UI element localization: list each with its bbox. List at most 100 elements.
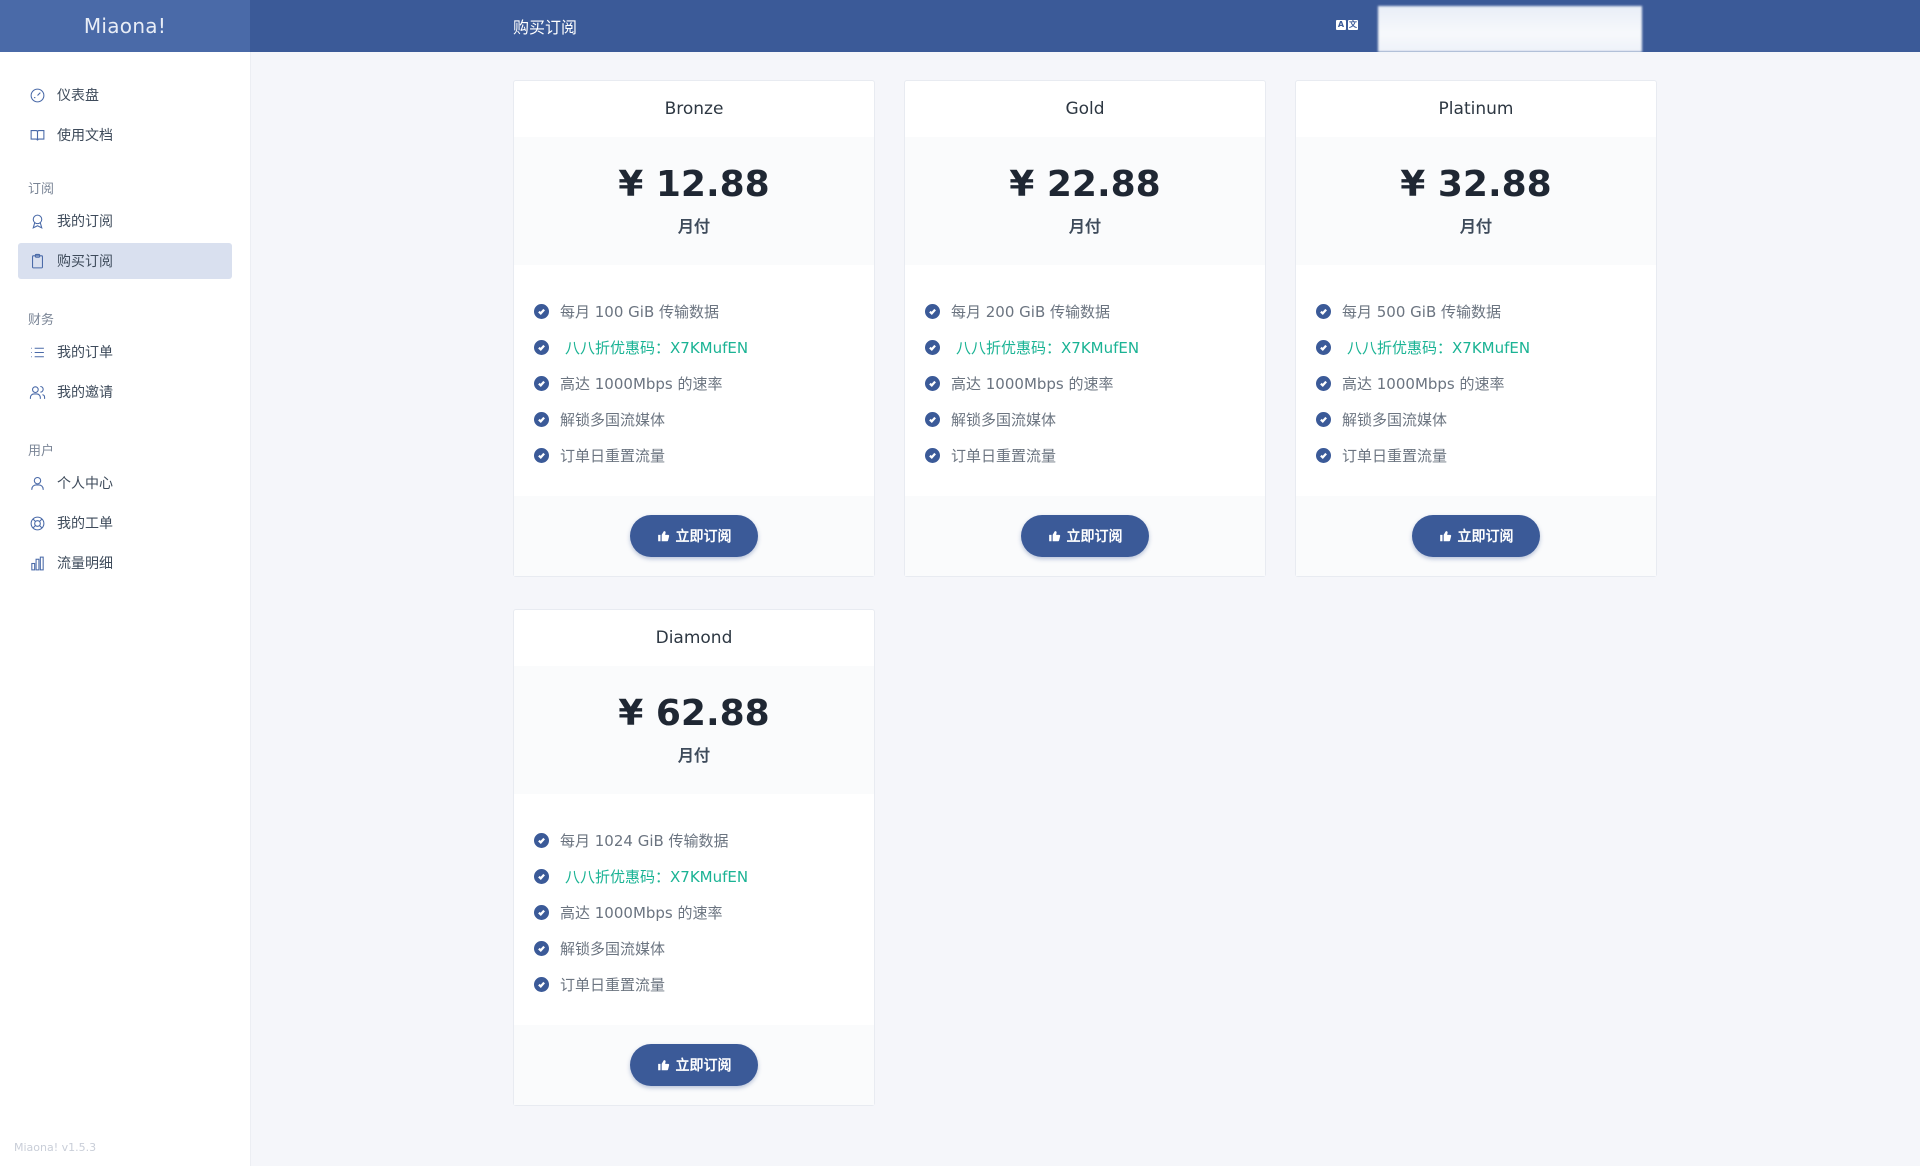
feature-item-promo: 八八折优惠码：X7KMufEN [1316,329,1656,365]
check-circle-icon [925,303,940,319]
feature-item: 解锁多国流媒体 [534,401,874,437]
card-footer: 立即订阅 [1296,496,1656,576]
translate-icon[interactable]: A文 [1336,20,1358,32]
clipboard-icon [28,252,46,270]
check-circle-icon [534,904,549,920]
plan-price-block: ¥ 62.88 月付 [514,666,874,794]
app-version: Miaona! v1.5.3 [14,1141,97,1154]
brand-logo[interactable]: Miaona! [0,0,250,52]
subscribe-button[interactable]: 立即订阅 [630,515,758,557]
sidebar-item-label: 我的工单 [57,516,113,532]
sidebar-item-label: 仪表盘 [57,88,99,104]
thumbs-up-icon [657,531,669,542]
sidebar-item-profile[interactable]: 个人中心 [18,465,232,501]
page-title: 购买订阅 [513,18,578,37]
user-menu-redacted[interactable] [1378,6,1642,52]
award-icon [28,212,46,230]
sidebar-item-traffic[interactable]: 流量明细 [18,545,232,581]
check-circle-icon [534,868,549,884]
sidebar-item-my-subscription[interactable]: 我的订阅 [18,203,232,239]
feature-item-promo: 八八折优惠码：X7KMufEN [925,329,1265,365]
feature-list: 每月 500 GiB 传输数据 八八折优惠码：X7KMufEN 高达 1000M… [1296,265,1656,495]
lifebuoy-icon [28,514,46,532]
thumbs-up-icon [657,1060,669,1071]
plan-card: Bronze ¥ 12.88 月付 每月 100 GiB 传输数据 八八折优惠码… [513,80,875,577]
feature-list: 每月 200 GiB 传输数据 八八折优惠码：X7KMufEN 高达 1000M… [905,265,1265,495]
feature-item-promo: 八八折优惠码：X7KMufEN [534,329,874,365]
check-circle-icon [534,303,549,319]
check-circle-icon [1316,447,1331,463]
sidebar-item-label: 使用文档 [57,128,113,144]
plan-period: 月付 [677,217,710,236]
thumbs-up-icon [1439,531,1451,542]
plan-card: Gold ¥ 22.88 月付 每月 200 GiB 传输数据 八八折优惠码：X… [904,80,1266,577]
plan-price-block: ¥ 32.88 月付 [1296,137,1656,265]
feature-item: 解锁多国流媒体 [534,930,874,966]
sidebar-item-label: 个人中心 [57,476,113,492]
plan-period: 月付 [1459,217,1492,236]
feature-item: 高达 1000Mbps 的速率 [534,894,874,930]
sidebar-item-my-invites[interactable]: 我的邀请 [18,374,232,410]
plan-name: Diamond [655,628,733,648]
sidebar-item-buy-subscription[interactable]: 购买订阅 [18,243,232,279]
feature-item: 订单日重置流量 [925,437,1265,473]
check-circle-icon [1316,303,1331,319]
sidebar-item-label: 购买订阅 [57,254,113,270]
feature-item: 高达 1000Mbps 的速率 [1316,365,1656,401]
feature-item: 订单日重置流量 [534,437,874,473]
feature-item-promo: 八八折优惠码：X7KMufEN [534,858,874,894]
feature-list: 每月 100 GiB 传输数据 八八折优惠码：X7KMufEN 高达 1000M… [514,265,874,495]
card-footer: 立即订阅 [905,496,1265,576]
subscribe-button[interactable]: 立即订阅 [630,1044,758,1086]
plan-price-block: ¥ 12.88 月付 [514,137,874,265]
check-circle-icon [925,411,940,427]
nav-group-user: 用户 [28,444,55,459]
check-circle-icon [534,447,549,463]
check-circle-icon [925,339,940,355]
plan-price: ¥ 62.88 [618,693,770,734]
bar-chart-icon [28,554,46,572]
sidebar-item-label: 流量明细 [57,556,113,572]
card-footer: 立即订阅 [514,496,874,576]
sidebar-item-tickets[interactable]: 我的工单 [18,505,232,541]
nav-group-subscription: 订阅 [28,182,55,197]
feature-item: 解锁多国流媒体 [1316,401,1656,437]
plan-period: 月付 [677,746,710,765]
subscribe-button[interactable]: 立即订阅 [1412,515,1540,557]
check-circle-icon [534,375,549,391]
plan-name: Bronze [664,99,724,119]
book-icon [28,126,46,144]
check-circle-icon [534,976,549,992]
feature-item: 每月 100 GiB 传输数据 [534,293,874,329]
check-circle-icon [925,375,940,391]
card-footer: 立即订阅 [514,1025,874,1105]
plan-card: Platinum ¥ 32.88 月付 每月 500 GiB 传输数据 八八折优… [1295,80,1657,577]
plan-name: Platinum [1438,99,1514,119]
nav-group-finance: 财务 [28,313,55,328]
feature-item: 高达 1000Mbps 的速率 [534,365,874,401]
sidebar-item-docs[interactable]: 使用文档 [18,117,232,153]
plan-price: ¥ 22.88 [1009,164,1161,205]
check-circle-icon [1316,375,1331,391]
check-circle-icon [1316,411,1331,427]
top-header: Miaona! 购买订阅 A文 [0,0,1920,52]
subscribe-button[interactable]: 立即订阅 [1021,515,1149,557]
check-circle-icon [534,411,549,427]
plan-card: Diamond ¥ 62.88 月付 每月 1024 GiB 传输数据 八八折优… [513,609,875,1106]
sidebar-item-label: 我的订阅 [57,214,113,230]
feature-item: 解锁多国流媒体 [925,401,1265,437]
dashboard-icon [28,86,46,104]
sidebar-item-label: 我的订单 [57,345,113,361]
list-icon [28,343,46,361]
plan-price: ¥ 12.88 [618,164,770,205]
sidebar-item-dashboard[interactable]: 仪表盘 [18,77,232,113]
sidebar-item-my-orders[interactable]: 我的订单 [18,334,232,370]
feature-item: 订单日重置流量 [534,966,874,1002]
check-circle-icon [534,339,549,355]
feature-item: 每月 200 GiB 传输数据 [925,293,1265,329]
check-circle-icon [1316,339,1331,355]
sidebar-item-label: 我的邀请 [57,385,113,401]
thumbs-up-icon [1048,531,1060,542]
check-circle-icon [534,940,549,956]
feature-item: 订单日重置流量 [1316,437,1656,473]
